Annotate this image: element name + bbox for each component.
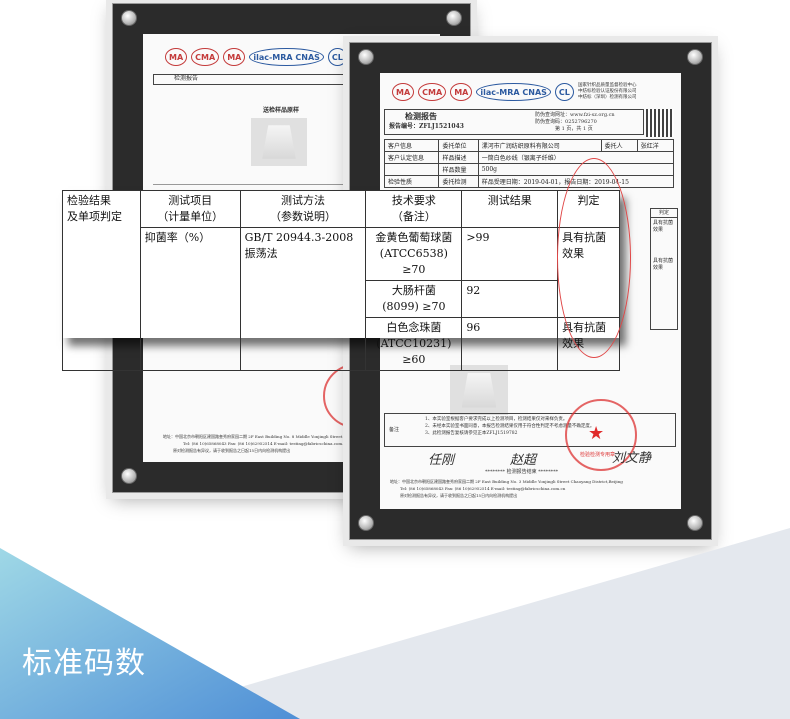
- side-verdict-column: 判定 具有抗菌效果 具有抗菌效果: [650, 208, 678, 330]
- stamp-text: 检验检测专用章: [580, 452, 616, 458]
- cell: 委托检测: [438, 175, 479, 188]
- result-cell: >99: [461, 227, 559, 281]
- result-cell: 92: [461, 280, 559, 318]
- screw-top-left: [121, 10, 137, 26]
- org-names: 国家针织品质量监督检验中心 中纺标检验认证股份有限公司 中纺标（深圳）检测有限公…: [578, 83, 678, 101]
- banner-background: [0, 528, 790, 719]
- qr-code: [646, 109, 674, 137]
- back-logo-row: MA CMA MA ilac-MRA CNAS CL ~: [165, 48, 366, 66]
- method-cell: GB/T 20944.3-2008 振荡法: [239, 227, 367, 371]
- report-end: ******** 检测报告结束 ********: [485, 469, 559, 475]
- back-sample-title: 送检样品原样: [263, 107, 300, 114]
- screw-top-right: [446, 10, 462, 26]
- signature-1: 任刚: [428, 453, 455, 468]
- front-sample-photo: [450, 365, 508, 415]
- row-header-line-1: 检验结果: [67, 194, 111, 207]
- table-row: 抑菌率（%） GB/T 20944.3-2008 振荡法 金黄色葡萄球菌 (AT…: [63, 227, 620, 371]
- cell: 委托人: [600, 139, 638, 152]
- header-line: 技术要求: [391, 194, 436, 207]
- page-count: 第 1 页，共 1 页: [555, 126, 593, 132]
- table-row: 样品数量 500g: [383, 163, 675, 176]
- cell: 漯河市广润纺织原料有限公司: [477, 139, 602, 152]
- report-header: 检测报告 报告编号：ZFLJ1521043 防伪查询网址：www.fzi-sz.…: [384, 109, 644, 135]
- requirement-cell: 白色念珠菌 (ATCC10231) ≥60: [365, 317, 463, 371]
- column-header-method: 测试方法 （参数说明）: [239, 190, 367, 228]
- header-line: （参数说明）: [269, 210, 336, 223]
- requirement-line: 大肠杆菌: [391, 284, 436, 297]
- remarks-label: 备注: [389, 427, 400, 433]
- cell: 客户信息: [383, 139, 440, 152]
- signature-3: 刘文静: [612, 451, 652, 466]
- header-line: （计量单位）: [157, 210, 224, 223]
- report-title: 检测报告: [405, 111, 437, 121]
- screw-top-left: [358, 49, 374, 65]
- column-header-result: 测试结果: [461, 190, 559, 228]
- row-header-cell: 检验结果 及单项判定: [62, 190, 141, 371]
- header-line: 测试方法: [280, 194, 325, 207]
- table-row: 检验性质 委托检测 样品受理日期：2019-04-01，报告日期：2019-04…: [383, 175, 675, 188]
- front-address: 地址：中国北京市朝阳区建国路奎秀府家园二期 2F East Building N…: [390, 479, 623, 484]
- report-no: ZFLJ1521043: [419, 123, 464, 130]
- ma-logo-2: MA: [223, 48, 246, 66]
- cnas-logo: ilac-MRA CNAS: [476, 83, 551, 101]
- requirement-line: 白色念珠菌: [386, 321, 442, 334]
- banner-title: 标准码数: [22, 646, 146, 681]
- side-verdict-1: 具有抗菌效果: [653, 220, 674, 233]
- report-no-prefix: 报告编号：: [389, 123, 420, 130]
- cell: 检验性质: [383, 175, 440, 188]
- ma-logo: MA: [392, 83, 415, 101]
- stamp-star: ★: [588, 423, 605, 444]
- cell: 张红洋: [636, 139, 675, 152]
- cl-logo: CL: [554, 83, 574, 101]
- requirement-cell: 大肠杆菌 (8099) ≥70: [365, 280, 463, 318]
- back-row-label: 检测报告: [174, 75, 199, 82]
- front-contact: Tel: (86 10)65868043 Fax: (86 10)6295251…: [400, 486, 566, 491]
- header-line: （备注）: [391, 210, 436, 223]
- cma-logo: CMA: [418, 83, 447, 101]
- header-line: 测试项目: [168, 194, 213, 207]
- requirement-line: 金黄色葡萄球菌: [375, 231, 453, 244]
- front-logo-row: MA CMA MA ilac-MRA CNAS CL: [392, 83, 574, 101]
- zoomed-results-table: 检验结果 及单项判定 测试项目 （计量单位） 测试方法 （参数说明） 技术要求 …: [62, 190, 620, 371]
- cma-logo: CMA: [191, 48, 220, 66]
- cell: 样品数量: [438, 163, 479, 176]
- table-header-row: 检验结果 及单项判定 测试项目 （计量单位） 测试方法 （参数说明） 技术要求 …: [62, 190, 620, 371]
- client-info-table: 客户信息 委托单位 漯河市广润纺织原料有限公司 委托人 张红洋 客户认定信息 样…: [383, 139, 675, 188]
- screw-bottom-left: [121, 468, 137, 484]
- table-row: 客户认定信息 样品描述 一筒白色纱线（银离子纤维）: [383, 151, 675, 164]
- front-note: 原对检测报告有异议，请于收到报告之日起15日内向检测机构提出: [400, 493, 518, 498]
- requirement-line: (ATCC10231) ≥60: [376, 337, 452, 366]
- side-verdict-2: 具有抗菌效果: [653, 258, 674, 271]
- screw-top-right: [687, 49, 703, 65]
- back-sample-photo: [251, 118, 307, 166]
- cl-logo: CL: [327, 48, 347, 66]
- cell: 委托单位: [438, 139, 479, 152]
- result-cell: 96: [461, 317, 559, 371]
- item-cell: 抑菌率（%）: [139, 227, 241, 371]
- ma-logo: MA: [165, 48, 188, 66]
- cell: [383, 163, 440, 176]
- ma-logo-2: MA: [450, 83, 473, 101]
- cnas-logo: ilac-MRA CNAS: [249, 48, 324, 66]
- side-verdict-header: 判定: [651, 209, 677, 218]
- requirement-line: (ATCC6538) ≥70: [379, 247, 448, 276]
- signature-2: 赵超: [510, 453, 537, 468]
- cell: 一筒白色纱线（银离子纤维）: [477, 151, 675, 164]
- requirement-line: (8099) ≥70: [382, 300, 446, 313]
- table-row: 客户信息 委托单位 漯河市广润纺织原料有限公司 委托人 张红洋: [383, 139, 675, 152]
- row-header-line-2: 及单项判定: [67, 210, 122, 223]
- requirement-cell: 金黄色葡萄球菌 (ATCC6538) ≥70: [365, 227, 463, 281]
- column-header-item: 测试项目 （计量单位）: [139, 190, 241, 228]
- column-header-requirement: 技术要求 （备注）: [365, 190, 463, 228]
- report-no-label: 报告编号：ZFLJ1521043: [389, 123, 464, 131]
- cell: 客户认定信息: [383, 151, 440, 164]
- cell: 样品描述: [438, 151, 479, 164]
- highlight-oval: [557, 158, 631, 358]
- org-name-3: 中纺标（深圳）检测有限公司: [578, 95, 637, 100]
